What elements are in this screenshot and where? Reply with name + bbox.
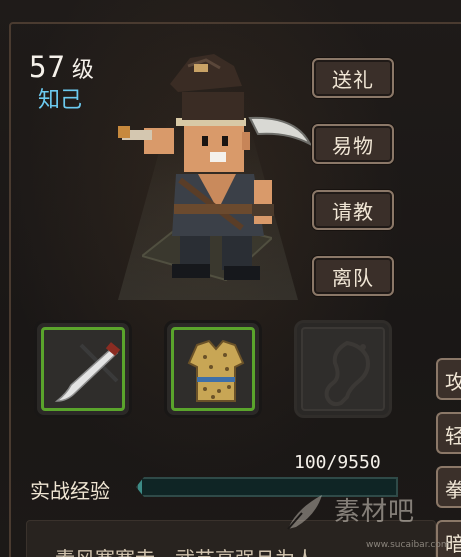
empty-accessory-icon <box>324 340 370 407</box>
level-unit: 级 <box>71 58 94 83</box>
level-display: 57 级 <box>29 50 94 84</box>
trade-button[interactable]: 易物 <box>312 124 394 164</box>
weapon-slot[interactable] <box>34 320 132 418</box>
watermark-url: www.sucaibar.com <box>366 540 450 550</box>
side-tab-light[interactable]: 轻 <box>436 412 461 454</box>
machete-icon <box>54 342 121 402</box>
side-tab-attack[interactable]: 攻 <box>436 358 461 400</box>
experience-value: 100/9550 <box>294 452 381 473</box>
level-number: 57 <box>29 50 66 84</box>
watermark-logo-icon <box>287 495 322 530</box>
character-panel: 57 级 知己 送礼 易物 请教 离队 100/9550 实战经验 素材吧 ww… <box>0 0 461 557</box>
description-text: 素风寒寒寺，武艺高强且为人 <box>55 543 315 557</box>
gift-button[interactable]: 送礼 <box>312 58 394 98</box>
experience-label: 实战经验 <box>30 479 110 503</box>
leave-party-button[interactable]: 离队 <box>312 256 394 296</box>
armor-slot[interactable] <box>164 320 262 418</box>
watermark-text: 素材吧 <box>334 497 416 527</box>
relationship-status: 知己 <box>38 88 83 113</box>
leopard-armor-icon <box>187 339 245 402</box>
consult-button[interactable]: 请教 <box>312 190 394 230</box>
accessory-slot[interactable] <box>294 320 392 418</box>
character-sprite <box>118 54 313 280</box>
watermark: 素材吧 <box>278 487 448 547</box>
